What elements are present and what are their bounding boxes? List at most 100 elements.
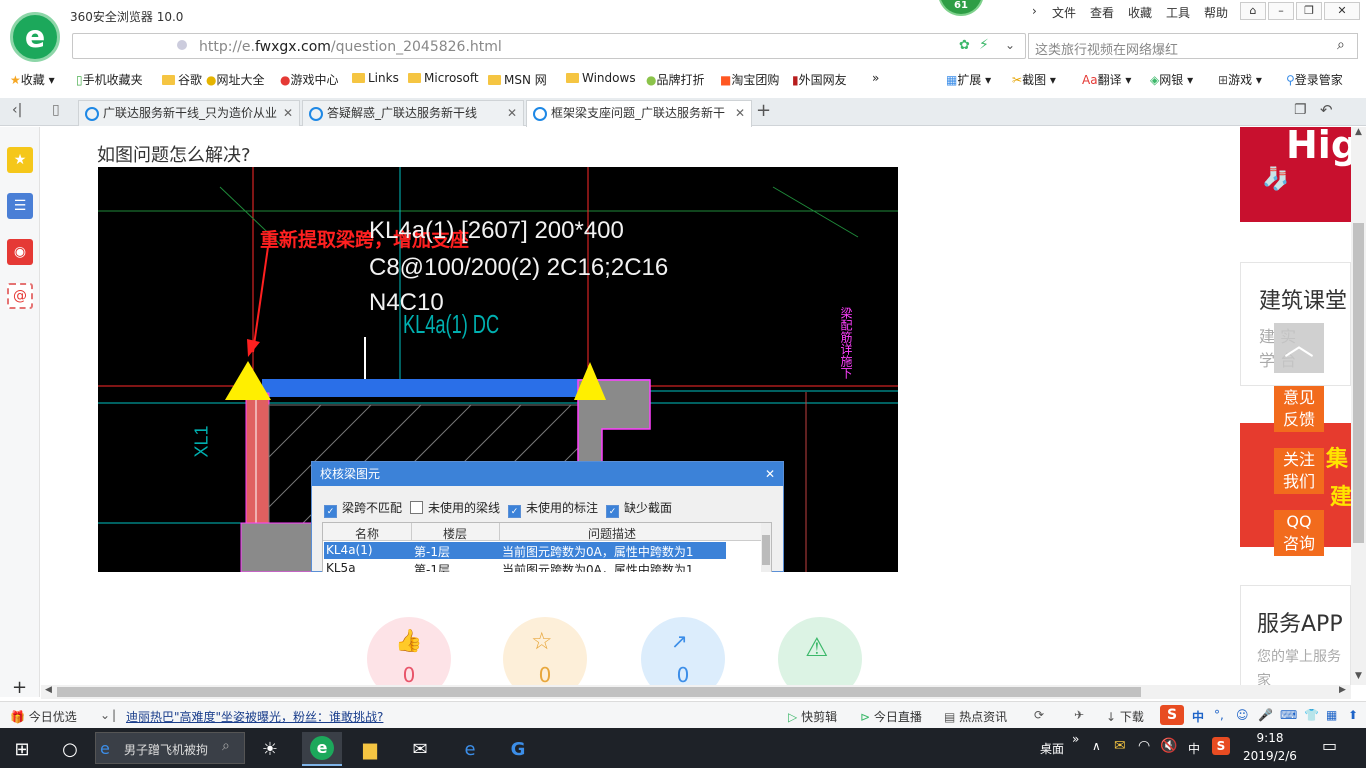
scroll-thumb[interactable] xyxy=(762,535,770,565)
volume-icon[interactable]: 🔇 xyxy=(1160,738,1177,754)
game-button[interactable]: ⊞游戏 ▾ xyxy=(1218,71,1262,88)
pin-icon[interactable]: ✈ xyxy=(1074,708,1084,722)
bookmark-links[interactable]: Links xyxy=(352,71,399,85)
expand-icon[interactable]: ⌄ xyxy=(100,708,110,722)
pin-icon[interactable]: ⌂ xyxy=(1240,2,1266,20)
ime-indicator[interactable]: 中 xyxy=(1188,740,1200,757)
search-input[interactable]: 这类旅行视频在网络爆红 xyxy=(1035,39,1178,58)
clock-time[interactable]: 9:18 xyxy=(1238,731,1302,745)
checkbox-checked-icon[interactable]: ✓ xyxy=(606,505,619,518)
checkbox-checked-icon[interactable]: ✓ xyxy=(508,505,521,518)
menu-favorites[interactable]: 收藏 xyxy=(1128,4,1152,21)
scroll-down-icon[interactable]: ▼ xyxy=(1355,671,1362,681)
add-sidebar-icon[interactable]: + xyxy=(12,677,27,698)
report-button[interactable]: ⚠ xyxy=(778,617,862,685)
bookmark-msn[interactable]: MSN 网 xyxy=(488,71,547,88)
bookmark-windows[interactable]: Windows xyxy=(566,71,636,85)
tab-3[interactable]: 框架梁支座问题_广联达服务新干 ✕ xyxy=(526,100,752,127)
back-to-top-button[interactable]: ︿ xyxy=(1274,323,1324,373)
tab-2[interactable]: 答疑解惑_广联达服务新干线 ✕ xyxy=(302,100,524,126)
weibo-icon[interactable]: ◉ xyxy=(7,239,33,265)
browser-logo-icon[interactable]: e xyxy=(10,12,60,62)
ime-upload-icon[interactable]: ⬆ xyxy=(1348,708,1358,722)
tab-1[interactable]: 广联达服务新干线_只为造价从业 ✕ xyxy=(78,100,300,126)
360-browser-icon[interactable]: e xyxy=(302,732,342,766)
scroll-left-icon[interactable]: ◀ xyxy=(45,685,52,695)
login-manager-button[interactable]: ⚲登录管家 xyxy=(1286,71,1343,88)
ime-punct-icon[interactable]: °, xyxy=(1214,708,1224,722)
mail-app-icon[interactable]: ✉ xyxy=(400,732,440,766)
wifi-icon[interactable]: ◠ xyxy=(1138,738,1150,754)
ime-mode[interactable]: 中 xyxy=(1192,708,1204,725)
horizontal-scrollbar[interactable]: ◀ ▶ xyxy=(41,685,1351,699)
check-unused-label[interactable]: ✓ 未使用的标注 xyxy=(508,499,598,518)
table-scrollbar[interactable] xyxy=(761,523,771,572)
speed-mode-icon[interactable]: ⚡ xyxy=(979,37,989,53)
menu-help[interactable]: 帮助 xyxy=(1204,4,1228,21)
bookmark-discount[interactable]: ●品牌打折 xyxy=(646,71,705,88)
bookmark-favorites[interactable]: ★收藏 ▾ xyxy=(10,71,55,88)
live-button[interactable]: ⊳ 今日直播 xyxy=(860,708,922,725)
minimize-button[interactable]: – xyxy=(1268,2,1294,20)
desktop-toolbar[interactable]: 桌面 xyxy=(1040,740,1064,757)
address-bar[interactable]: http://e.fwxgx.com/question_2045826.html… xyxy=(72,33,1026,59)
bookmark-google[interactable]: 谷歌 xyxy=(162,71,202,88)
like-button[interactable]: 👍 0 xyxy=(367,617,451,685)
ime-keyboard-icon[interactable]: ⌨ xyxy=(1280,708,1297,722)
edge-icon[interactable]: e xyxy=(450,732,490,766)
menu-chevron-icon[interactable]: › xyxy=(1032,4,1037,18)
translate-button[interactable]: Aa翻译 ▾ xyxy=(1082,71,1131,88)
table-row[interactable]: KL4a(1) 第-1层 当前图元跨数为0A，属性中跨数为1 xyxy=(324,542,726,559)
search-box[interactable]: 这类旅行视频在网络爆红 ⌕ xyxy=(1028,33,1358,59)
ime-voice-icon[interactable]: 🎤 xyxy=(1258,708,1273,722)
column-description[interactable]: 问题描述 xyxy=(588,525,636,542)
dialog-close-icon[interactable]: ✕ xyxy=(765,462,775,486)
collapse-sidebar-icon[interactable]: ‹| xyxy=(12,102,22,118)
tab-close-icon[interactable]: ✕ xyxy=(507,101,517,125)
scroll-right-icon[interactable]: ▶ xyxy=(1339,685,1346,695)
close-button[interactable]: ✕ xyxy=(1324,2,1360,20)
cortana-icon[interactable]: ○ xyxy=(50,732,90,766)
follow-us-button[interactable]: 关注 我们 xyxy=(1274,448,1324,494)
speedup-icon[interactable]: ⟳ xyxy=(1034,708,1044,722)
screenshot-button[interactable]: ✂截图 ▾ xyxy=(1012,71,1056,88)
toolbar-chevron-icon[interactable]: » xyxy=(1072,732,1079,746)
tab-list-icon[interactable]: ▯ xyxy=(52,102,60,118)
table-row[interactable]: KL5a 第-1层 当前图元跨数为0A，属性中跨数为1 xyxy=(324,560,726,572)
checkbox-checked-icon[interactable]: ✓ xyxy=(324,505,337,518)
clock-date[interactable]: 2019/2/6 xyxy=(1238,749,1302,763)
share-button[interactable]: ↗ 0 xyxy=(641,617,725,685)
notification-badge[interactable]: 61 xyxy=(938,0,984,16)
url-dropdown-icon[interactable]: ⌄ xyxy=(1005,38,1015,52)
maximize-button[interactable]: ❐ xyxy=(1296,2,1322,20)
tab-close-icon[interactable]: ✕ xyxy=(735,101,745,125)
column-name[interactable]: 名称 xyxy=(355,525,379,542)
feedback-button[interactable]: 意见 反馈 xyxy=(1274,386,1324,432)
favorites-star-icon[interactable]: ★ xyxy=(7,147,33,173)
sogou-tray-icon[interactable]: S xyxy=(1212,737,1230,755)
sogou-ime-icon[interactable]: S xyxy=(1160,705,1184,725)
tab-restore-icon[interactable]: ❐ xyxy=(1294,102,1307,118)
bookmark-taobao[interactable]: ■淘宝团购 xyxy=(720,71,779,88)
taskbar-search-text[interactable]: 男子蹭飞机被拘 xyxy=(124,741,208,758)
bookmark-foreign[interactable]: ▮外国网友 xyxy=(792,71,847,88)
check-span-mismatch[interactable]: ✓ 梁跨不匹配 xyxy=(324,499,402,518)
ad-banner[interactable]: Hig 🧦 xyxy=(1240,127,1351,222)
bookmark-sites[interactable]: ●网址大全 xyxy=(206,71,265,88)
column-floor[interactable]: 楼层 xyxy=(443,525,467,542)
mail-icon[interactable]: @ xyxy=(7,283,33,309)
bookmark-microsoft[interactable]: Microsoft xyxy=(408,71,479,85)
scroll-thumb[interactable] xyxy=(1353,223,1364,543)
menu-file[interactable]: 文件 xyxy=(1052,4,1076,21)
daily-picks[interactable]: 🎁 今日优选 xyxy=(10,708,77,725)
bookmark-games[interactable]: ●游戏中心 xyxy=(280,71,339,88)
vertical-scrollbar[interactable]: ▲ ▼ xyxy=(1351,127,1366,685)
undo-close-icon[interactable]: ↶ xyxy=(1320,101,1333,119)
hot-news-button[interactable]: ▤ 热点资讯 xyxy=(944,708,1007,725)
menu-tools[interactable]: 工具 xyxy=(1166,4,1190,21)
ime-emoji-icon[interactable]: ☺ xyxy=(1236,708,1249,722)
news-link[interactable]: 迪丽热巴"高难度"坐姿被曝光，粉丝：谁敢挑战? xyxy=(126,708,383,725)
quick-edit-button[interactable]: ▷ 快剪辑 xyxy=(788,708,837,725)
ime-tools-icon[interactable]: ▦ xyxy=(1326,708,1337,722)
taskbar-search-box[interactable]: e 男子蹭飞机被拘 ⌕ xyxy=(95,732,245,764)
